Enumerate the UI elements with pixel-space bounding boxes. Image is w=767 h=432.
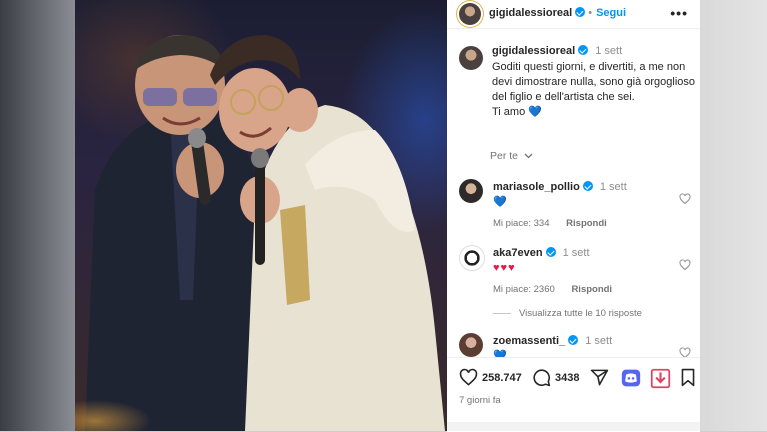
instagram-post-panel: gigidalessioreal • Segui ••• gigidalessio… — [447, 0, 700, 432]
comments-count: 3438 — [555, 371, 580, 384]
caption-text-2: Ti amo — [492, 106, 526, 118]
comment-bubble-icon — [533, 369, 551, 387]
more-options-icon[interactable]: ••• — [670, 5, 688, 21]
reply-button[interactable]: Rispondi — [571, 284, 612, 295]
comment-time: 1 sett — [585, 335, 613, 347]
discord-icon — [621, 369, 641, 387]
verified-icon — [575, 7, 586, 17]
chevron-down-icon — [524, 153, 533, 159]
comment-likes[interactable]: Mi piace: 334 — [493, 218, 550, 229]
verified-icon — [545, 247, 556, 257]
comment-time: 1 sett — [562, 247, 590, 259]
download-icon — [650, 368, 671, 389]
caption-avatar[interactable] — [459, 46, 483, 70]
caption-time: 1 sett — [595, 45, 623, 57]
panel-bottom-strip — [447, 422, 700, 431]
caption-text: Goditi questi giorni, e divertiti, a me … — [492, 61, 696, 103]
post-header: gigidalessioreal • Segui ••• — [447, 0, 700, 29]
separator-dot: • — [588, 7, 593, 19]
like-button[interactable]: 258.747 — [459, 368, 522, 387]
verified-icon — [568, 335, 579, 345]
per-te-dropdown[interactable]: Per te — [490, 150, 533, 162]
background-right — [700, 0, 767, 431]
per-te-label: Per te — [490, 150, 519, 162]
post-date: 7 giorni fa — [459, 395, 501, 406]
commenter-username[interactable]: mariasole_pollio — [493, 181, 580, 193]
discord-button[interactable] — [621, 368, 641, 388]
comment-text: ♥♥♥ — [493, 262, 516, 274]
post-photo — [75, 0, 447, 431]
download-button[interactable] — [650, 368, 671, 389]
bookmark-icon — [681, 368, 695, 387]
like-comment-heart-icon[interactable] — [679, 193, 691, 205]
heart-icon — [459, 368, 478, 386]
commenter-username[interactable]: zoemassenti_ — [493, 335, 565, 347]
comment-text: 💙 — [493, 196, 507, 208]
like-comment-heart-icon[interactable] — [679, 259, 691, 271]
save-button[interactable] — [680, 368, 696, 387]
blue-heart-emoji: 💙 — [528, 106, 542, 118]
author-avatar[interactable] — [459, 3, 481, 25]
caption-username[interactable]: gigidalessioreal — [492, 45, 575, 57]
author-username[interactable]: gigidalessioreal — [489, 7, 572, 19]
send-icon — [590, 369, 609, 386]
comment-button[interactable]: 3438 — [532, 368, 579, 387]
verified-icon — [578, 45, 589, 55]
view-replies-link[interactable]: Visualizza tutte le 10 risposte — [493, 308, 642, 319]
commenter-avatar[interactable] — [459, 179, 483, 203]
likes-count: 258.747 — [482, 371, 522, 384]
verified-icon — [582, 181, 593, 191]
follow-button[interactable]: Segui — [596, 7, 626, 19]
comment-likes[interactable]: Mi piace: 2360 — [493, 284, 555, 295]
share-button[interactable] — [590, 368, 609, 387]
commenter-avatar[interactable] — [459, 333, 483, 357]
commenter-username[interactable]: aka7even — [493, 247, 543, 259]
action-bar: 258.747 3438 7 giorni fa — [447, 357, 700, 432]
commenter-avatar[interactable] — [459, 245, 485, 271]
background-left — [0, 0, 75, 431]
stage-light — [75, 351, 447, 431]
post-author: gigidalessioreal • Segui — [489, 7, 626, 19]
comment-time: 1 sett — [599, 181, 627, 193]
reply-button[interactable]: Rispondi — [566, 218, 607, 229]
